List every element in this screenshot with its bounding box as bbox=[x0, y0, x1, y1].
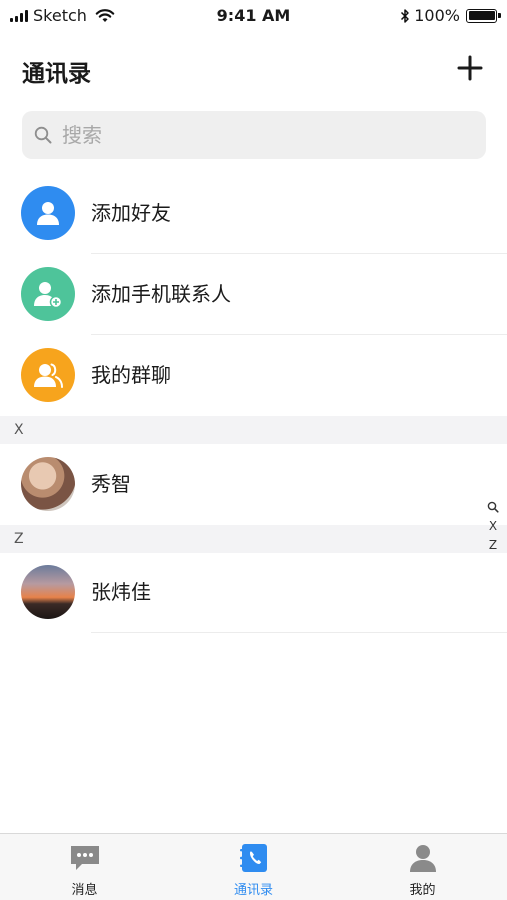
add-phone-contacts-label: 添加手机联系人 bbox=[91, 282, 231, 306]
my-groups-label: 我的群聊 bbox=[91, 363, 171, 387]
search-input[interactable] bbox=[62, 123, 462, 147]
search-bar[interactable] bbox=[22, 111, 486, 159]
profile-icon bbox=[409, 845, 436, 872]
contacts-book-icon bbox=[239, 844, 267, 872]
index-letter-z[interactable]: Z bbox=[489, 536, 497, 555]
group-icon bbox=[21, 348, 75, 402]
battery-percentage: 100% bbox=[414, 6, 460, 25]
contact-name: 秀智 bbox=[91, 472, 131, 496]
index-search-icon[interactable] bbox=[487, 498, 499, 517]
contact-row[interactable]: 张炜佳 bbox=[0, 552, 507, 633]
status-right: 100% bbox=[400, 6, 501, 25]
add-phone-contacts-row[interactable]: 添加手机联系人 bbox=[0, 254, 507, 335]
section-header-x: X bbox=[0, 416, 507, 444]
add-friend-row[interactable]: 添加好友 bbox=[0, 173, 507, 254]
section-letter: Z bbox=[14, 531, 24, 547]
person-icon bbox=[21, 186, 75, 240]
tab-label: 通讯录 bbox=[233, 883, 273, 898]
tab-contacts[interactable]: 通讯录 bbox=[169, 834, 338, 900]
page-title: 通讯录 bbox=[22, 61, 91, 87]
divider bbox=[91, 632, 507, 633]
index-letter-x[interactable]: X bbox=[489, 517, 497, 536]
chat-icon bbox=[70, 846, 99, 870]
contact-avatar bbox=[21, 565, 75, 619]
tab-me[interactable]: 我的 bbox=[338, 834, 507, 900]
battery-icon bbox=[466, 8, 501, 23]
tab-messages[interactable]: 消息 bbox=[0, 834, 169, 900]
status-bar: Sketch 9:41 AM 100% bbox=[0, 0, 507, 32]
bluetooth-icon bbox=[401, 8, 409, 23]
tab-label: 我的 bbox=[409, 883, 436, 898]
add-friend-label: 添加好友 bbox=[91, 201, 171, 225]
contact-avatar bbox=[21, 457, 75, 511]
contact-row[interactable]: 秀智 bbox=[0, 444, 507, 525]
contact-name: 张炜佳 bbox=[91, 580, 151, 604]
tab-label: 消息 bbox=[71, 883, 98, 898]
my-groups-row[interactable]: 我的群聊 bbox=[0, 335, 507, 416]
search-icon bbox=[34, 126, 52, 144]
person-add-icon bbox=[21, 267, 75, 321]
section-header-z: Z bbox=[0, 525, 507, 553]
section-letter: X bbox=[14, 422, 24, 438]
plus-icon[interactable] bbox=[456, 54, 484, 82]
alphabet-index-bar[interactable]: X Z bbox=[483, 498, 503, 555]
tab-bar: 消息 通讯录 我的 bbox=[0, 833, 507, 900]
